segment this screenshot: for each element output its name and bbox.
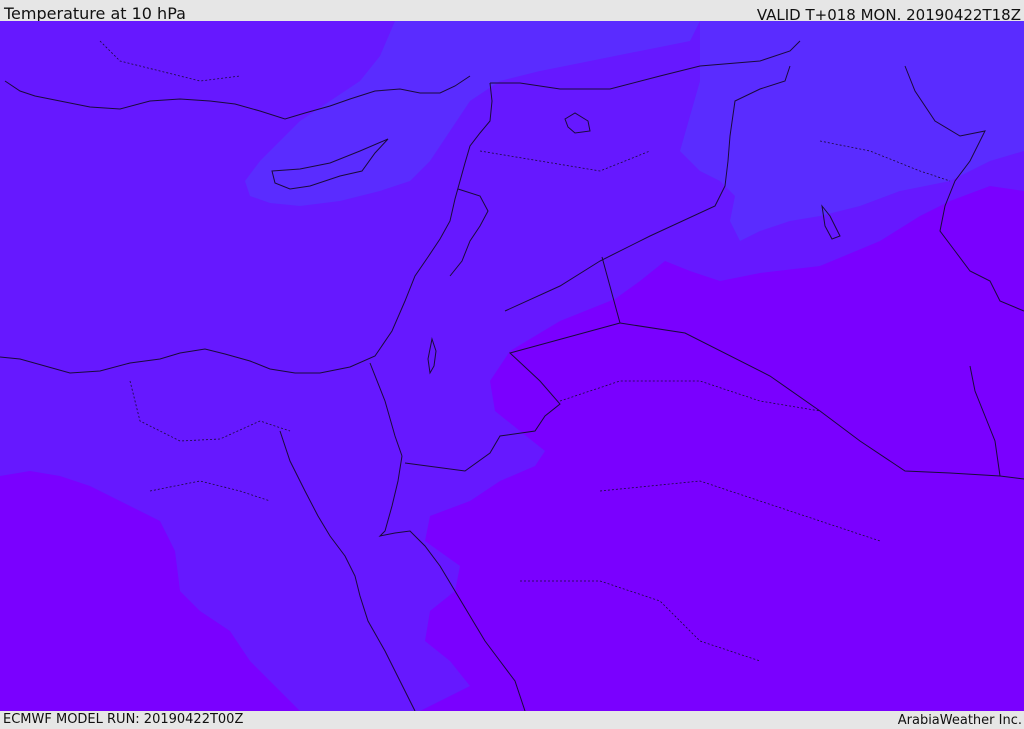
- temperature-map: [0, 21, 1024, 711]
- model-run: ECMWF MODEL RUN: 20190422T00Z: [3, 712, 244, 727]
- map-page: Temperature at 10 hPa VALID T+018 MON. 2…: [0, 0, 1024, 729]
- credit: ArabiaWeather Inc.: [897, 713, 1022, 728]
